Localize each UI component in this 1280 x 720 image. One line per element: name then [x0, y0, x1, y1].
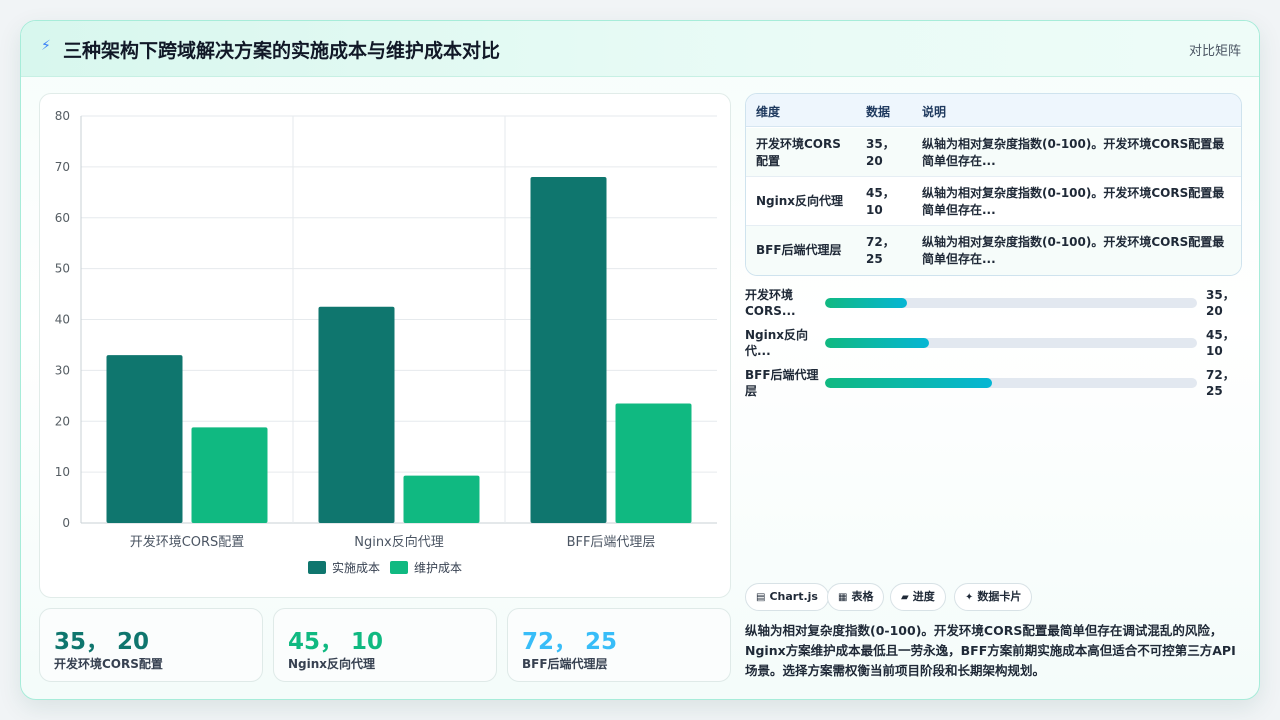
- stat-label: 开发环境CORS配置: [54, 657, 163, 671]
- bar: [403, 475, 480, 523]
- cell-data: 35， 20: [866, 137, 895, 168]
- progress-row-nginx: Nginx反向代... 45， 10: [745, 327, 1245, 361]
- chip-label: 表格: [851, 590, 874, 603]
- stat-card-bff: 72， 25 BFF后端代理层: [507, 608, 731, 682]
- col-header-note: 说明: [922, 105, 947, 119]
- cell-note: 纵轴为相对复杂度指数(0-100)。开发环境CORS配置最简单但存在...: [922, 235, 1225, 266]
- y-tick-label: 60: [55, 211, 70, 225]
- chip-table[interactable]: ▦ 表格: [827, 583, 885, 611]
- sparkle-icon: ✦: [965, 592, 974, 603]
- stat-value: 35， 20: [54, 629, 150, 655]
- progress-label: Nginx反向代...: [745, 328, 809, 358]
- table-row: Nginx反向代理 45， 10 纵轴为相对复杂度指数(0-100)。开发环境C…: [746, 177, 1241, 226]
- table-icon: ▦: [838, 592, 848, 603]
- stat-card-cors: 35， 20 开发环境CORS配置: [39, 608, 263, 682]
- cell-data: 45， 10: [866, 186, 895, 217]
- col-header-dimension: 维度: [756, 105, 781, 119]
- legend-label: 维护成本: [414, 561, 462, 575]
- progress-fill: [825, 338, 930, 348]
- progress-track: [825, 298, 1197, 308]
- chip-label: 数据卡片: [977, 590, 1022, 603]
- cell-note: 纵轴为相对复杂度指数(0-100)。开发环境CORS配置最简单但存在...: [922, 137, 1225, 168]
- bar: [191, 427, 268, 523]
- bar-chart-panel: 0 10 20 30 40 50 60 70 80 开发环境CORS配置 Nginx反向代理 BFF后…: [39, 93, 731, 598]
- stat-label: BFF后端代理层: [522, 657, 608, 671]
- bar: [530, 177, 607, 524]
- header-bar: ⚡ 三种架构下跨域解决方案的实施成本与维护成本对比 对比矩阵: [21, 21, 1259, 77]
- bar-chart: 0 10 20 30 40 50 60 70 80 开发环境CORS配置 Nginx反向代理 BFF后…: [55, 109, 717, 575]
- cell-dimension: Nginx反向代理: [756, 194, 844, 208]
- legend-swatch: [390, 561, 408, 574]
- progress-label: 开发环境CORS...: [745, 288, 796, 318]
- progress-row-bff: BFF后端代理层 72， 25: [745, 367, 1245, 401]
- cell-dimension: BFF后端代理层: [756, 243, 842, 257]
- progress-icon: ▰: [901, 592, 909, 603]
- view-tag: 对比矩阵: [1188, 44, 1241, 59]
- progress-value: 35， 20: [1206, 288, 1235, 318]
- stat-value: 72， 25: [522, 629, 618, 655]
- y-tick-label: 10: [55, 465, 70, 479]
- y-tick-label: 20: [55, 414, 70, 428]
- table-row: BFF后端代理层 72， 25 纵轴为相对复杂度指数(0-100)。开发环境CO…: [746, 226, 1241, 275]
- bolt-icon: ⚡: [41, 38, 51, 54]
- progress-fill: [825, 298, 907, 308]
- progress-fill: [825, 378, 993, 388]
- chip-data-cards[interactable]: ✦ 数据卡片: [954, 583, 1033, 611]
- stat-card-nginx: 45， 10 Nginx反向代理: [273, 608, 497, 682]
- y-tick-label: 80: [55, 109, 70, 123]
- cell-data: 72， 25: [866, 235, 895, 266]
- x-tick-label: 开发环境CORS配置: [130, 534, 245, 550]
- legend-swatch: [308, 561, 326, 574]
- chip-progress[interactable]: ▰ 进度: [890, 583, 946, 611]
- summary-text: 纵轴为相对复杂度指数(0-100)。开发环境CORS配置最简单但存在调试混乱的风…: [745, 623, 1236, 678]
- data-table: 维度 数据 说明 开发环境CORS配置 35， 20 纵轴为相对复杂度指数(0-…: [745, 93, 1242, 276]
- progress-track: [825, 378, 1197, 388]
- y-tick-label: 70: [55, 160, 70, 174]
- progress-value: 45， 10: [1206, 328, 1235, 358]
- chip-chartjs[interactable]: ▤ Chart.js: [745, 583, 829, 611]
- y-tick-label: 30: [55, 363, 70, 377]
- chip-label: 进度: [912, 590, 935, 603]
- bar: [106, 355, 183, 523]
- y-tick-label: 50: [55, 262, 70, 276]
- x-tick-label: Nginx反向代理: [354, 534, 444, 550]
- progress-row-cors: 开发环境CORS... 35， 20: [745, 287, 1245, 321]
- bar: [318, 306, 395, 523]
- y-tick-label: 0: [62, 516, 70, 530]
- chip-label: Chart.js: [769, 590, 818, 603]
- stat-value: 45， 10: [288, 629, 384, 655]
- progress-value: 72， 25: [1206, 368, 1235, 398]
- table-header: 维度 数据 说明: [746, 94, 1241, 127]
- chart-icon: ▤: [756, 592, 766, 603]
- col-header-data: 数据: [866, 105, 891, 119]
- progress-label: BFF后端代理层: [745, 368, 819, 398]
- cell-dimension: 开发环境CORS配置: [756, 137, 841, 168]
- cell-note: 纵轴为相对复杂度指数(0-100)。开发环境CORS配置最简单但存在...: [922, 186, 1225, 217]
- progress-track: [825, 338, 1197, 348]
- y-tick-label: 40: [55, 313, 70, 327]
- bar: [615, 403, 692, 523]
- dashboard-card: ⚡ 三种架构下跨域解决方案的实施成本与维护成本对比 对比矩阵 0 10 20 30 40…: [20, 20, 1260, 700]
- stat-label: Nginx反向代理: [288, 657, 376, 671]
- table-row: 开发环境CORS配置 35， 20 纵轴为相对复杂度指数(0-100)。开发环境…: [746, 128, 1241, 177]
- legend-label: 实施成本: [332, 560, 380, 575]
- x-tick-label: BFF后端代理层: [567, 535, 656, 550]
- page-title: 三种架构下跨域解决方案的实施成本与维护成本对比: [63, 40, 501, 62]
